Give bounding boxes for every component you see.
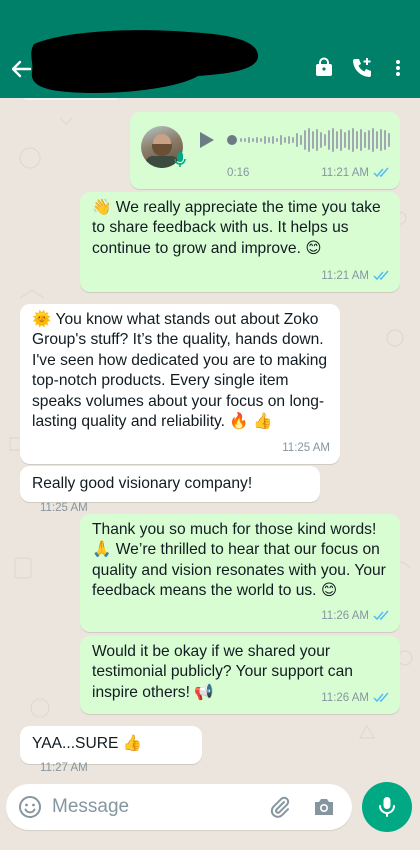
message-emoji: 👋 bbox=[92, 199, 112, 216]
message-time: 11:21 AM bbox=[321, 166, 369, 179]
play-icon[interactable] bbox=[199, 131, 215, 149]
message-text: You know what stands out about Zoko Grou… bbox=[32, 311, 328, 431]
message-time: 11:27 AM bbox=[40, 762, 88, 774]
message-time: 11:25 AM bbox=[282, 441, 330, 454]
message-bubble-incoming[interactable]: Really good visionary company! 11:25 AM bbox=[20, 466, 320, 514]
message-bubble-incoming[interactable]: 🌞 You know what stands out about Zoko Gr… bbox=[20, 304, 340, 464]
more-vert-icon[interactable] bbox=[386, 56, 410, 80]
voice-message[interactable]: 0:16 11:21 AM bbox=[130, 112, 400, 189]
message-text: We really appreciate the time you take t… bbox=[92, 199, 381, 257]
message-text: Would it be okay if we shared your testi… bbox=[92, 643, 353, 701]
chat-area[interactable]: 0:16 11:21 AM 👋 We really appreciate the… bbox=[0, 98, 420, 774]
message-composer bbox=[6, 784, 352, 830]
message-time: 11:25 AM bbox=[40, 502, 88, 515]
audio-waveform[interactable] bbox=[226, 125, 401, 155]
message-time: 11:26 AM bbox=[321, 691, 369, 704]
message-text: Really good visionary company! bbox=[32, 475, 253, 492]
chat-header bbox=[0, 0, 420, 98]
message-text: Thank you so much for those kind words! … bbox=[92, 521, 386, 600]
message-bubble-outgoing[interactable]: Thank you so much for those kind words! … bbox=[80, 514, 400, 632]
add-call-icon[interactable] bbox=[350, 56, 374, 80]
double-check-icon bbox=[373, 167, 389, 178]
message-input[interactable] bbox=[52, 792, 262, 822]
message-meta: 11:21 AM bbox=[321, 163, 390, 183]
message-bubble-incoming[interactable]: YAA...SURE 👍 11:27 AM bbox=[20, 726, 202, 774]
message-bubble-outgoing[interactable]: 👋 We really appreciate the time you take… bbox=[80, 192, 400, 292]
microphone-icon bbox=[379, 797, 395, 817]
message-meta: 11:26 AM bbox=[321, 688, 390, 708]
message-bubble-outgoing[interactable]: Would it be okay if we shared your testi… bbox=[80, 636, 400, 714]
double-check-icon bbox=[373, 270, 389, 281]
redacted-contact-name[interactable] bbox=[28, 26, 260, 96]
emoji-icon[interactable] bbox=[18, 795, 42, 819]
message-time: 11:26 AM bbox=[321, 609, 369, 622]
attach-icon[interactable] bbox=[268, 795, 292, 819]
business-bag-icon[interactable] bbox=[312, 56, 336, 80]
message-meta: 11:26 AM bbox=[321, 606, 390, 626]
double-check-icon bbox=[373, 610, 389, 621]
voice-duration: 0:16 bbox=[227, 167, 250, 179]
message-emoji: 🌞 bbox=[32, 311, 52, 328]
mic-badge-icon bbox=[174, 152, 186, 167]
message-meta: 11:25 AM bbox=[282, 438, 330, 458]
double-check-icon bbox=[373, 692, 389, 703]
message-text: YAA...SURE 👍 bbox=[32, 735, 143, 752]
message-time: 11:21 AM bbox=[321, 269, 369, 282]
camera-icon[interactable] bbox=[312, 795, 336, 819]
voice-record-button[interactable] bbox=[362, 782, 412, 832]
message-meta: 11:21 AM bbox=[321, 266, 390, 286]
